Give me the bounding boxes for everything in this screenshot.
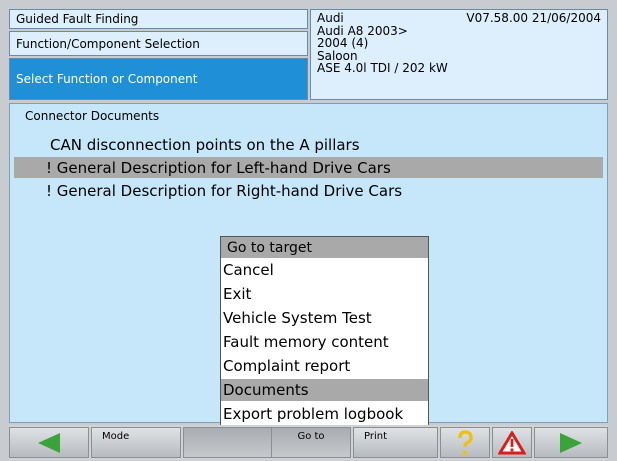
document-item-selected[interactable]: ! General Description for Left-hand Driv… [14, 157, 603, 178]
menu-item-exit[interactable]: Exit [221, 283, 428, 305]
warning-button[interactable] [492, 427, 532, 458]
menu-item-export-logbook[interactable]: Export problem logbook [221, 403, 428, 425]
print-label: Print [364, 431, 388, 442]
arrow-left-icon [38, 432, 60, 453]
header-left-panel: Guided Fault Finding Function/Component … [9, 9, 308, 100]
forward-button[interactable] [534, 427, 608, 458]
mode-button[interactable]: Mode [91, 427, 181, 458]
vehicle-info-panel: Audi V07.58.00 21/06/2004 Audi A8 2003> … [310, 9, 608, 100]
menu-item-documents[interactable]: Documents [221, 379, 428, 401]
document-item[interactable]: CAN disconnection points on the A pillar… [14, 134, 603, 155]
vehicle-make-line: Audi V07.58.00 21/06/2004 [317, 12, 601, 25]
menu-title: Go to target [221, 237, 428, 258]
menu-item-complaint-report[interactable]: Complaint report [221, 355, 428, 377]
header-title-select-function: Select Function or Component [9, 58, 308, 100]
back-button[interactable] [9, 427, 89, 458]
document-item[interactable]: ! General Description for Right-hand Dri… [14, 180, 603, 201]
goto-label: Go to [297, 431, 325, 442]
go-to-target-menu: Go to target Cancel Exit Vehicle System … [220, 236, 429, 427]
vehicle-engine: ASE 4.0l TDI / 202 kW [317, 61, 448, 75]
vehicle-make: Audi [317, 11, 344, 25]
vehicle-year: 2004 (4) [317, 36, 369, 50]
app-window: Guided Fault Finding Function/Component … [0, 0, 617, 461]
menu-item-vehicle-system-test[interactable]: Vehicle System Test [221, 307, 428, 329]
help-button[interactable] [440, 427, 490, 458]
menu-item-cancel[interactable]: Cancel [221, 259, 428, 281]
print-button[interactable]: Print [353, 427, 438, 458]
arrow-right-icon [560, 432, 582, 453]
menu-item-fault-memory[interactable]: Fault memory content [221, 331, 428, 353]
mode-label: Mode [102, 431, 130, 442]
header-title-function-selection: Function/Component Selection [9, 31, 308, 56]
question-icon [458, 429, 473, 455]
software-version: V07.58.00 21/06/2004 [466, 11, 601, 25]
bottom-toolbar: Mode Go to Print [9, 425, 608, 460]
main-panel: Connector Documents CAN disconnection po… [9, 103, 608, 427]
warning-icon [498, 430, 526, 454]
goto-button[interactable]: Go to [271, 427, 351, 458]
section-title: Connector Documents [25, 109, 160, 123]
header-title-guided-fault-finding: Guided Fault Finding [9, 9, 308, 29]
